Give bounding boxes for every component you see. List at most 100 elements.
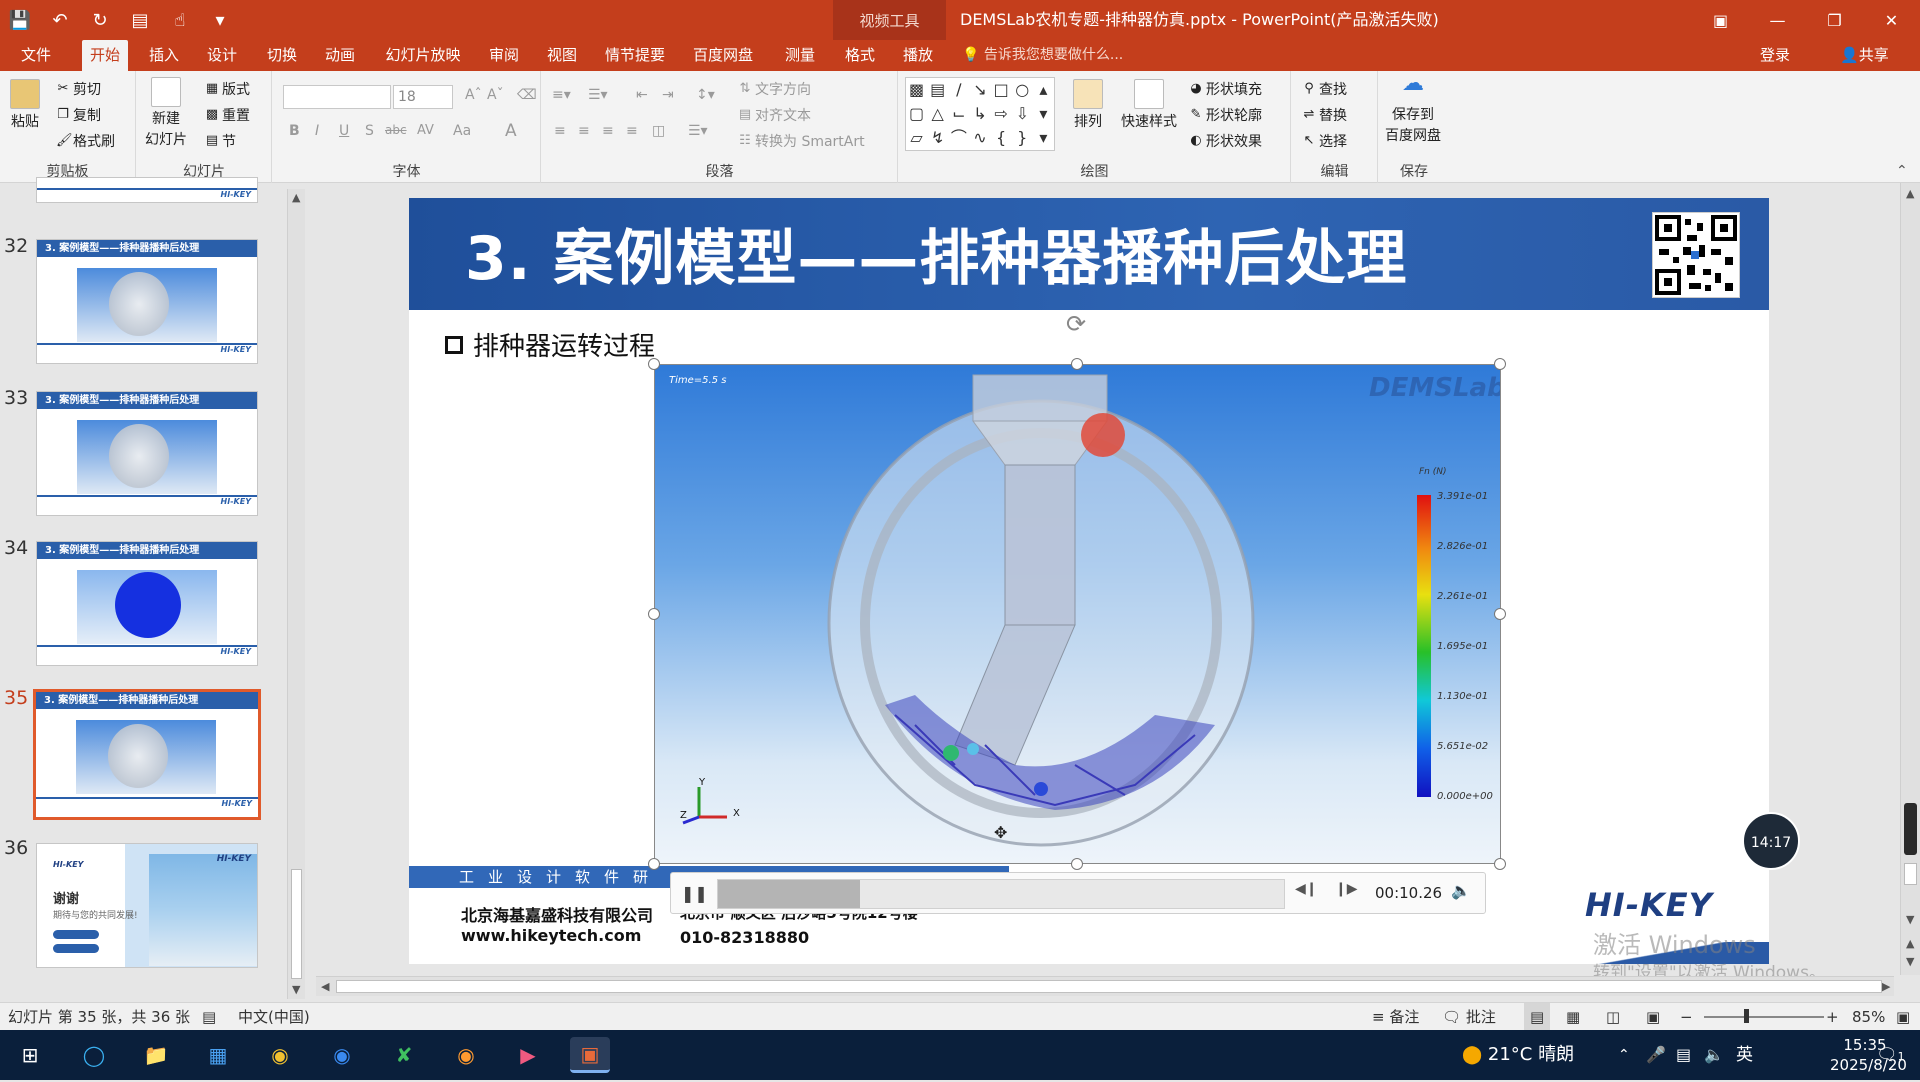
floating-time-badge[interactable]: 14:17 [1742,812,1800,870]
lightning-shape-icon[interactable]: ↯ [927,126,948,150]
slide-thumbnail[interactable]: 3. 案例模型——排种器播种后处理 HI-KEY [36,391,258,516]
scroll-thumb-alt[interactable] [1904,863,1917,885]
vtextbox-shape-icon[interactable]: ▤ [927,78,948,102]
tab-transitions[interactable]: 切换 [262,40,302,71]
rotate-handle-icon[interactable]: ⟳ [1066,310,1086,338]
shape-fill-button[interactable]: ◕ 形状填充 [1189,79,1262,99]
tab-storyboard[interactable]: 情节提要 [602,40,668,71]
strikethrough-button[interactable]: abc [385,123,407,137]
triangle-shape-icon[interactable]: △ [927,102,948,126]
scroll-left-icon[interactable]: ◀ [321,980,329,993]
tab-format[interactable]: 格式 [840,40,880,71]
decrease-indent-icon[interactable]: ⇤ [636,87,648,103]
tab-playback[interactable]: 播放 [898,40,938,71]
slide-vertical-scrollbar[interactable]: ▲ ▼ ▲ ▼ [1900,183,1920,975]
weather-widget[interactable]: ⬤ 21°C 晴朗 [1462,1030,1574,1080]
touch-mode-icon[interactable]: ☝ [160,0,200,40]
store-icon[interactable]: ▦ [198,1037,238,1073]
brace-left-shape-icon[interactable]: { [991,126,1012,150]
more-shapes-icon[interactable]: ▴ [1033,78,1054,102]
curve-shape-icon[interactable]: ⌒ [948,126,969,150]
tab-insert[interactable]: 插入 [144,40,184,71]
new-slide-button[interactable]: 新建 幻灯片 [145,77,187,149]
replace-button[interactable]: ⇌ 替换 [1302,105,1347,125]
present-icon[interactable]: ▤ [120,0,160,40]
cut-button[interactable]: ✂ 剪切 [56,79,101,99]
tab-file[interactable]: 文件 [16,40,56,71]
qr-code-image[interactable] [1652,212,1740,298]
zoom-out-icon[interactable]: − [1680,1003,1693,1031]
resize-handle[interactable] [1494,358,1506,370]
bold-button[interactable]: B [289,123,300,139]
step-forward-button[interactable]: ❙▶ [1335,881,1358,897]
scroll-shapes-icon[interactable]: ▾ [1033,102,1054,126]
resize-handle[interactable] [1494,858,1506,870]
tab-animations[interactable]: 动画 [320,40,360,71]
resize-handle[interactable] [1494,608,1506,620]
prev-slide-icon[interactable]: ▲ [1906,937,1914,950]
slide-bullet[interactable]: 排种器运转过程 [445,326,655,363]
step-back-button[interactable]: ◀❙ [1295,881,1318,897]
reset-button[interactable]: ▩ 重置 [205,105,250,125]
resize-handle[interactable] [648,358,660,370]
copy-button[interactable]: ❐ 复制 [56,105,101,125]
change-case-button[interactable]: Aa [453,123,471,139]
microphone-icon[interactable]: 🎤 [1646,1030,1666,1080]
oval-shape-icon[interactable]: ○ [1012,78,1033,102]
shape-outline-button[interactable]: ✎ 形状轮廓 [1189,105,1262,125]
align-right-icon[interactable]: ≡ [602,123,614,139]
app-pink-icon[interactable]: ▶ [508,1037,548,1073]
slide-thumbnail-31-partial[interactable]: HI-KEY [36,177,258,203]
freeform-shape-icon[interactable]: ▱ [906,126,927,150]
bullets-icon[interactable]: ≡▾ [552,87,571,103]
tell-me-input[interactable]: 💡 告诉我您想要做什么... [962,40,1123,71]
customize-qat-icon[interactable]: ▾ [200,0,240,40]
right-arrow-shape-icon[interactable]: ⇨ [991,102,1012,126]
brace-right-shape-icon[interactable]: } [1012,126,1033,150]
scroll-down-icon[interactable]: ▼ [292,983,300,996]
notes-button[interactable]: ≡ 备注 [1372,1003,1419,1031]
seek-bar[interactable] [717,879,1285,909]
rect-shape-icon[interactable]: □ [991,78,1012,102]
volume-icon[interactable]: 🔈 [1451,881,1471,900]
shrink-font-icon[interactable]: Aˇ [487,87,504,103]
rounded-rect-shape-icon[interactable]: ▢ [906,102,927,126]
restore-button[interactable]: ❐ [1806,0,1863,40]
increase-indent-icon[interactable]: ⇥ [662,87,674,103]
grow-font-icon[interactable]: Aˆ [465,87,482,103]
down-arrow-shape-icon[interactable]: ⇩ [1012,102,1033,126]
tab-slideshow[interactable]: 幻灯片放映 [382,40,464,71]
font-name-combo[interactable] [283,85,391,109]
input-language[interactable]: 英 [1736,1030,1753,1080]
underline-button[interactable]: U [339,123,349,139]
align-center-icon[interactable]: ≡ [578,123,590,139]
arrange-button[interactable]: 排列 [1073,79,1103,131]
save-icon[interactable]: 💾 [0,0,40,40]
file-explorer-icon[interactable]: 📁 [136,1037,176,1073]
tab-measure[interactable]: 测量 [780,40,820,71]
tab-design[interactable]: 设计 [202,40,242,71]
windows-start-icon[interactable]: ⊞ [10,1037,50,1073]
textbox-shape-icon[interactable]: ▩ [906,78,927,102]
undo-icon[interactable]: ↶ [40,0,80,40]
network-icon[interactable]: ▤ [1676,1030,1691,1080]
slide-thumbnail[interactable]: 3. 案例模型——排种器播种后处理 HI-KEY [36,239,258,364]
slide-thumbnail-active[interactable]: 3. 案例模型——排种器播种后处理 HI-KEY [33,689,261,820]
close-button[interactable]: ✕ [1863,0,1920,40]
resize-handle[interactable] [648,858,660,870]
thumbnails-scrollbar[interactable]: ▲ ▼ [287,189,305,999]
scroll-thumb[interactable] [291,869,302,979]
save-to-baidu-button[interactable]: ☁ 保存到 百度网盘 [1385,73,1441,145]
pause-button[interactable]: ❚❚ [681,881,708,907]
slideshow-view-icon[interactable]: ▣ [1646,1003,1660,1031]
format-painter-button[interactable]: 🖌 格式刷 [56,131,115,151]
line-spacing-icon[interactable]: ↕▾ [696,87,715,103]
notification-icon[interactable]: 🗨1 [1876,1030,1905,1080]
font-color-button[interactable]: A [505,121,517,141]
arrow-line-shape-icon[interactable]: ↘ [969,78,990,102]
shapes-gallery[interactable]: ▩ ▤ ∕ ↘ □ ○ ▴ ▢ △ ⌙ ↳ ⇨ ⇩ ▾ ▱ ↯ ⌒ ∿{} ▾ [905,77,1055,151]
layout-button[interactable]: ▦ 版式 [205,79,250,99]
scroll-thumb[interactable] [336,980,1882,993]
scroll-thumb[interactable] [1904,803,1917,855]
redo-icon[interactable]: ↻ [80,0,120,40]
